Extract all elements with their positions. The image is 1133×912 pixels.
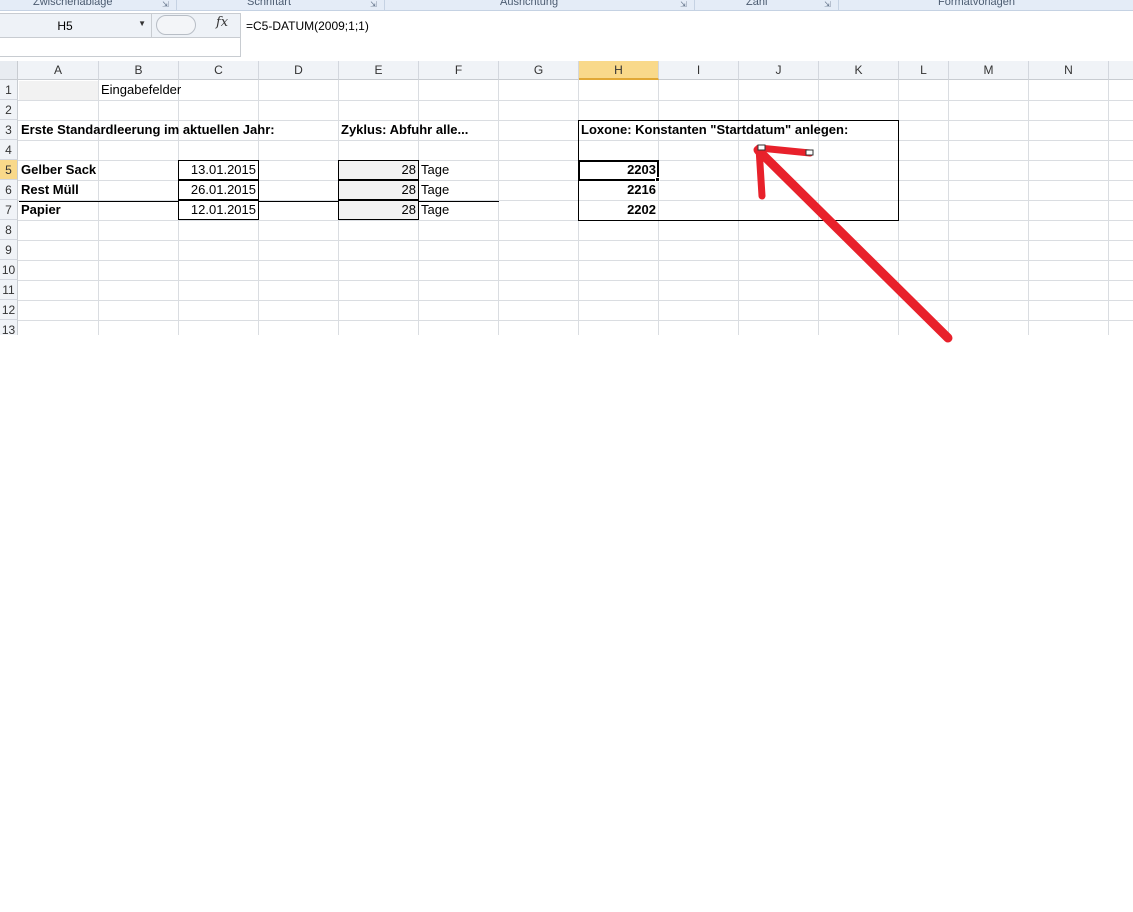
row-header-3[interactable]: 3 (0, 120, 18, 140)
row-header-10[interactable]: 10 (0, 260, 18, 280)
worksheet-grid[interactable]: A B C D E F G H I J K L M N 1 2 3 4 5 6 … (0, 61, 1133, 335)
row-header-4[interactable]: 4 (0, 140, 18, 160)
dialog-launcher-icon[interactable]: ⇲ (370, 0, 377, 9)
column-header-i[interactable]: I (659, 61, 739, 80)
row-header-5[interactable]: 5 (0, 160, 18, 180)
row-header-13[interactable]: 13 (0, 320, 18, 335)
ribbon-group-labels: Zwischenablage ⇲ Schriftart ⇲ Ausrichtun… (0, 0, 1133, 11)
column-header-e[interactable]: E (339, 61, 419, 80)
row-header-11[interactable]: 11 (0, 280, 18, 300)
cell-c6[interactable]: 26.01.2015 (178, 180, 259, 200)
column-header-f[interactable]: F (419, 61, 499, 80)
cell-h7[interactable]: 2202 (578, 200, 659, 220)
insert-function-icon[interactable]: fx (216, 15, 228, 30)
column-header-c[interactable]: C (179, 61, 259, 80)
cell-c7[interactable]: 12.01.2015 (178, 200, 259, 220)
cell-a5[interactable]: Gelber Sack (21, 160, 96, 180)
name-box[interactable]: H5 ▼ (0, 13, 152, 38)
column-header-a[interactable]: A (18, 61, 99, 80)
cell-a7[interactable]: Papier (21, 200, 61, 220)
name-box-value: H5 (57, 19, 73, 33)
row-header-6[interactable]: 6 (0, 180, 18, 200)
cell-f6[interactable]: Tage (421, 180, 449, 200)
row-header-1[interactable]: 1 (0, 80, 18, 100)
ribbon-group-number: Zahl (746, 0, 768, 8)
dialog-launcher-icon[interactable]: ⇲ (680, 0, 687, 9)
cell-h3[interactable]: Loxone: Konstanten "Startdatum" anlegen: (581, 120, 848, 140)
column-header-b[interactable]: B (99, 61, 179, 80)
row-header-9[interactable]: 9 (0, 240, 18, 260)
formula-input[interactable] (240, 13, 1133, 57)
column-header-j[interactable]: J (739, 61, 819, 80)
cell-b1[interactable]: Eingabefelder (101, 80, 181, 100)
ribbon-group-alignment: Ausrichtung (500, 0, 559, 8)
cell-a6[interactable]: Rest Müll (21, 180, 79, 200)
column-header-m[interactable]: M (949, 61, 1029, 80)
ribbon-group-font: Schriftart (247, 0, 292, 8)
fill-handle[interactable] (655, 177, 660, 182)
cell-e6[interactable]: 28 (338, 180, 419, 200)
cell-f5[interactable]: Tage (421, 160, 449, 180)
column-header-g[interactable]: G (499, 61, 579, 80)
cell-a1-fill (19, 81, 98, 100)
cell-e3[interactable]: Zyklus: Abfuhr alle... (341, 120, 468, 140)
column-header-n[interactable]: N (1029, 61, 1109, 80)
row-header-2[interactable]: 2 (0, 100, 18, 120)
row-header-12[interactable]: 12 (0, 300, 18, 320)
column-header-l[interactable]: L (899, 61, 949, 80)
cell-a3[interactable]: Erste Standardleerung im aktuellen Jahr: (21, 120, 275, 140)
column-header-h[interactable]: H (579, 61, 659, 80)
ribbon-group-styles: Formatvorlagen (938, 0, 1016, 8)
formula-text: =C5-DATUM(2009;1;1) (246, 19, 369, 33)
ribbon-group-clipboard: Zwischenablage (33, 0, 113, 8)
cell-h6[interactable]: 2216 (578, 180, 659, 200)
dialog-launcher-icon[interactable]: ⇲ (824, 0, 831, 9)
column-header-k[interactable]: K (819, 61, 899, 80)
row-header-7[interactable]: 7 (0, 200, 18, 220)
chevron-down-icon[interactable]: ▼ (138, 19, 146, 28)
active-cell-cursor[interactable] (578, 160, 659, 181)
row-header-8[interactable]: 8 (0, 220, 18, 240)
column-header-d[interactable]: D (259, 61, 339, 80)
select-all-button[interactable] (0, 61, 18, 80)
column-header-o[interactable] (1109, 61, 1133, 80)
cell-f7[interactable]: Tage (421, 200, 449, 220)
cell-e7[interactable]: 28 (338, 200, 419, 220)
resize-handle[interactable] (156, 15, 196, 35)
cell-e5[interactable]: 28 (338, 160, 419, 180)
cell-c5[interactable]: 13.01.2015 (178, 160, 259, 180)
dialog-launcher-icon[interactable]: ⇲ (162, 0, 169, 9)
